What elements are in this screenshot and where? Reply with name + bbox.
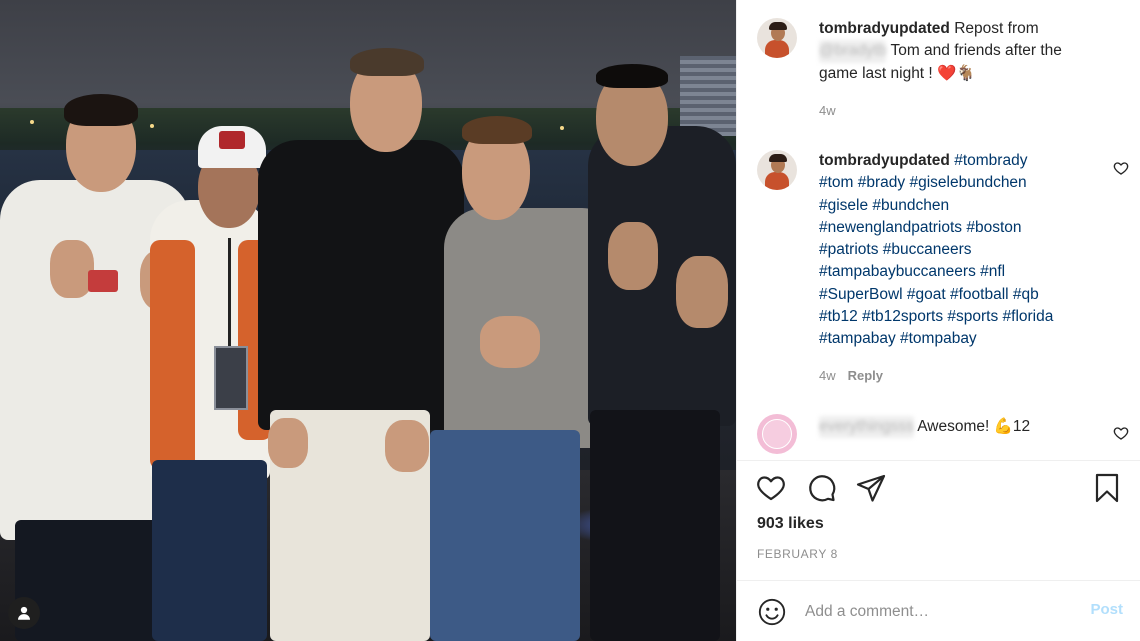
author-avatar[interactable] [757,18,797,58]
hashtag-line[interactable]: #tampabaybuccaneers #nfl [819,263,1005,280]
hashtag-line[interactable]: #SuperBowl #goat #football #qb [819,286,1039,303]
hashtag-comment-meta: 4w Reply [819,368,883,383]
comment-input[interactable] [805,599,1065,625]
reply-comment-body: Awesome! 💪12 [917,418,1031,435]
hashtag-line[interactable]: #newenglandpatriots #boston [819,219,1022,236]
reply-comment-text: everythingsss Awesome! 💪12 [819,416,1109,439]
comments-panel: tombradyupdated Repost from @bradytb Tom… [736,0,1140,641]
share-icon[interactable] [855,472,887,504]
photo-light [150,124,154,128]
comment-like-heart-icon[interactable] [1113,425,1129,441]
hashtag-line[interactable]: #tom #brady #giselebundchen [819,174,1027,191]
bookmark-icon[interactable] [1091,472,1123,504]
comment-like-heart-icon[interactable] [1113,160,1129,176]
caption-author[interactable]: tombradyupdated [819,20,950,37]
comment-author-avatar[interactable] [757,150,797,190]
user-tag-icon[interactable] [8,597,40,629]
emoji-icon[interactable] [757,597,787,627]
hashtag-comment-text: tombradyupdated #tombrady #tom #brady #g… [819,150,1109,351]
hashtag-line[interactable]: #tampabay #tompabay [819,330,977,347]
caption-prefix: Repost from [954,20,1039,37]
caption-line2: game last night ! ❤️🐐 [819,64,976,82]
photo-light [30,120,34,124]
action-bar [737,472,1140,508]
caption-line1: Tom and friends after the [890,42,1062,60]
hashtag-line[interactable]: #patriots #buccaneers [819,241,972,258]
hashtag-comment-author[interactable]: tombradyupdated [819,152,950,169]
instagram-post: tombradyupdated Repost from @bradytb Tom… [0,0,1140,641]
comment-icon[interactable] [805,472,837,504]
hashtag-line[interactable]: #tombrady [954,152,1027,169]
divider [737,460,1140,461]
hashtag-line[interactable]: #tb12 #tb12sports #sports #florida [819,308,1053,325]
add-comment-bar: Post [737,580,1140,641]
likes-count[interactable]: 903 likes [757,515,824,533]
blurred-handle: @bradytb [819,40,887,63]
post-photo[interactable] [0,0,736,641]
heart-icon[interactable] [755,472,787,504]
post-date: FEBRUARY 8 [757,547,838,561]
post-comment-button[interactable]: Post [1090,601,1123,618]
blurred-commenter: everythingsss [819,416,914,439]
photo-building [680,56,736,136]
caption-age: 4w [819,103,836,118]
photo-light [560,126,564,130]
hashtag-line[interactable]: #gisele #bundchen [819,197,949,214]
reply-button[interactable]: Reply [848,368,883,383]
hashtag-comment-age: 4w [819,368,836,383]
caption-text: tombradyupdated Repost from @bradytb Tom… [819,18,1109,85]
commenter-avatar[interactable] [757,414,797,454]
